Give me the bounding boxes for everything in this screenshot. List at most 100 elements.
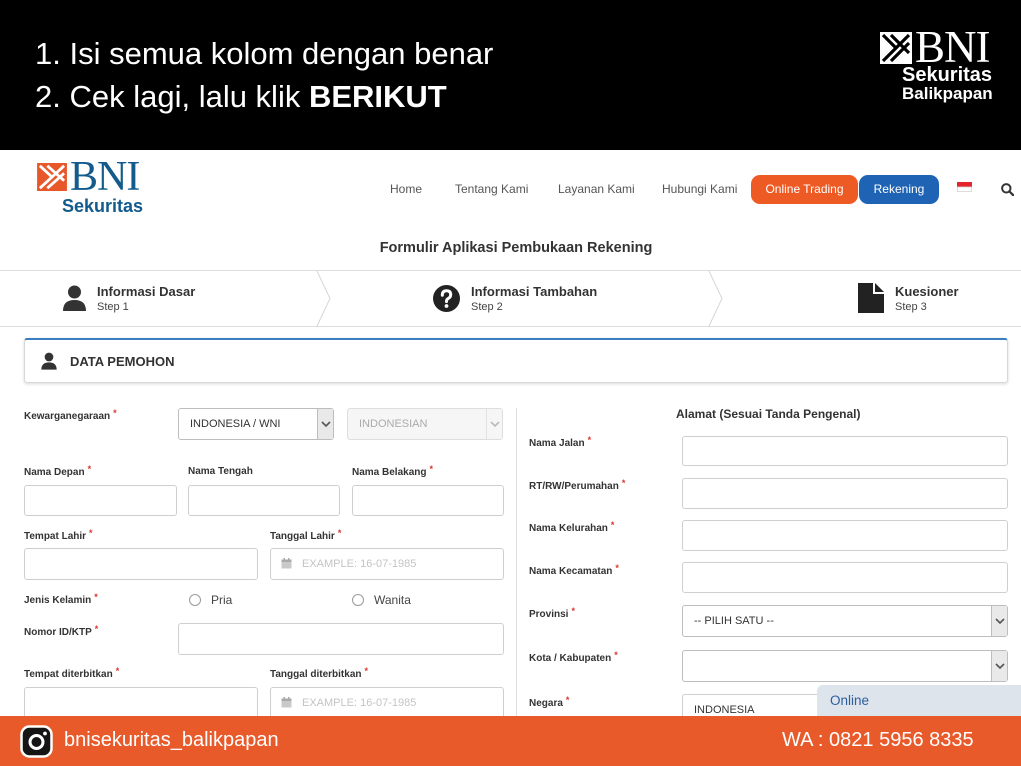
required-mark: *	[89, 528, 93, 538]
site-logo-sub: Sekuritas	[62, 196, 144, 216]
label-text: Tanggal diterbitkan	[270, 669, 362, 680]
kebangsaan-select: INDONESIAN	[347, 408, 503, 440]
required-mark: *	[565, 695, 570, 705]
step-separator-icon	[708, 271, 723, 326]
kota-label: Kota / Kabupaten *	[529, 650, 618, 665]
rt-rw-label: RT/RW/Perumahan *	[529, 478, 625, 493]
online-trading-button[interactable]: Online Trading	[751, 175, 858, 204]
step-separator-icon	[316, 271, 331, 326]
indonesia-flag-icon[interactable]	[957, 182, 972, 192]
alamat-section-title: Alamat (Sesuai Tanda Pengenal)	[676, 407, 861, 421]
label-text: Jenis Kelamin	[24, 595, 92, 606]
step-1-name: Informasi Dasar	[97, 284, 196, 299]
chevron-down-icon	[489, 421, 500, 428]
required-mark: *	[571, 606, 575, 616]
tempat-diterbitkan-label: Tempat diterbitkan *	[24, 666, 119, 681]
page: 1. Isi semua kolom dengan benar 2. Cek l…	[0, 0, 1021, 766]
required-mark: *	[429, 464, 433, 474]
kelurahan-input[interactable]	[682, 520, 1008, 551]
label-text: RT/RW/Perumahan	[529, 481, 619, 492]
document-icon	[858, 283, 884, 313]
nama-tengah-input[interactable]	[188, 485, 340, 516]
required-mark: *	[337, 528, 342, 538]
question-circle-icon	[433, 285, 460, 312]
required-mark: *	[614, 650, 618, 660]
nama-jalan-label: Nama Jalan *	[529, 435, 592, 450]
instruction-banner: 1. Isi semua kolom dengan benar 2. Cek l…	[0, 0, 1021, 150]
required-mark: *	[587, 435, 592, 445]
rekening-button[interactable]: Rekening	[859, 175, 939, 204]
step-3-name: Kuesioner	[895, 284, 959, 299]
banner-logo-sub: Sekuritas	[902, 64, 993, 86]
nav-home[interactable]: Home	[390, 182, 422, 196]
footer-bar: bnisekuritas_balikpapan WA : 0821 5956 8…	[0, 716, 1021, 766]
chevron-down-icon	[994, 663, 1005, 670]
tempat-lahir-label: Tempat Lahir *	[24, 528, 93, 543]
calendar-icon	[281, 558, 292, 569]
label-text: Nama Kelurahan	[529, 523, 608, 534]
kewarganegaraan-select[interactable]: INDONESIA / WNI	[178, 408, 334, 440]
chat-widget[interactable]: Online	[817, 685, 1021, 716]
label-text: Tanggal Lahir	[270, 531, 335, 542]
kecamatan-label: Nama Kecamatan *	[529, 563, 619, 578]
kota-select[interactable]	[682, 650, 1008, 682]
banner-logo-city: Balikpapan	[902, 84, 993, 103]
instruction-1: 1. Isi semua kolom dengan benar	[35, 36, 494, 71]
radio-wanita-label[interactable]: Wanita	[374, 593, 411, 607]
label-text: Nomor ID/KTP	[24, 627, 92, 638]
label-text: Nama Tengah	[188, 466, 253, 477]
nav-layanan-kami[interactable]: Layanan Kami	[558, 182, 635, 196]
required-mark: *	[615, 563, 619, 573]
chevron-down-icon	[320, 421, 331, 428]
instruction-2-text: 2. Cek lagi, lalu klik	[35, 79, 309, 114]
provinsi-label: Provinsi *	[529, 606, 575, 621]
step-2-name: Informasi Tambahan	[471, 284, 598, 299]
tempat-diterbitkan-input[interactable]	[24, 687, 258, 719]
radio-pria[interactable]	[189, 594, 201, 606]
chevron-down-icon	[994, 618, 1005, 625]
instruction-2: 2. Cek lagi, lalu klik BERIKUT	[35, 79, 447, 115]
select-arrow	[991, 606, 1007, 636]
select-value: -- PILIH SATU --	[694, 615, 774, 627]
nav-hubungi-kami[interactable]: Hubungi Kami	[662, 182, 737, 196]
tanggal-diterbitkan-input[interactable]	[270, 687, 504, 719]
search-icon[interactable]	[1001, 183, 1014, 196]
nama-jalan-input[interactable]	[682, 436, 1008, 466]
kecamatan-input[interactable]	[682, 562, 1008, 593]
label-text: Nama Depan	[24, 467, 85, 478]
label-text: Tempat Lahir	[24, 531, 87, 542]
select-arrow	[486, 409, 502, 439]
required-mark: *	[610, 520, 615, 530]
label-text: Nama Kecamatan	[529, 566, 613, 577]
required-mark: *	[364, 666, 369, 676]
site-logo-brand: BNI	[70, 154, 140, 200]
nama-belakang-input[interactable]	[352, 485, 504, 516]
tempat-lahir-input[interactable]	[24, 548, 258, 580]
negara-label: Negara *	[529, 695, 570, 710]
nomor-id-label: Nomor ID/KTP *	[24, 624, 99, 639]
jenis-kelamin-label: Jenis Kelamin *	[24, 592, 98, 607]
whatsapp-number: WA : 0821 5956 8335	[782, 729, 974, 751]
select-arrow	[991, 651, 1007, 681]
radio-wanita[interactable]	[352, 594, 364, 606]
required-mark: *	[94, 624, 99, 634]
label-text: Kewarganegaraan	[24, 411, 111, 422]
nav-tentang-kami[interactable]: Tentang Kami	[455, 182, 528, 196]
rt-rw-input[interactable]	[682, 478, 1008, 509]
site-logo[interactable]: BNI Sekuritas	[37, 156, 147, 216]
chat-status: Online	[830, 693, 870, 708]
step-1-sub: Step 1	[97, 301, 129, 313]
nama-belakang-label: Nama Belakang *	[352, 464, 433, 479]
radio-pria-label[interactable]: Pria	[211, 593, 232, 607]
tanggal-lahir-input[interactable]	[270, 548, 504, 580]
tanggal-diterbitkan-label: Tanggal diterbitkan *	[270, 666, 369, 681]
provinsi-select[interactable]: -- PILIH SATU --	[682, 605, 1008, 637]
label-text: Kota / Kabupaten	[529, 653, 612, 664]
user-icon	[63, 285, 86, 311]
instagram-icon	[20, 725, 53, 758]
label-text: Nama Belakang	[352, 467, 427, 478]
nama-depan-input[interactable]	[24, 485, 177, 516]
select-arrow	[317, 409, 333, 439]
nomor-id-input[interactable]	[178, 623, 504, 655]
required-mark: *	[113, 408, 117, 418]
